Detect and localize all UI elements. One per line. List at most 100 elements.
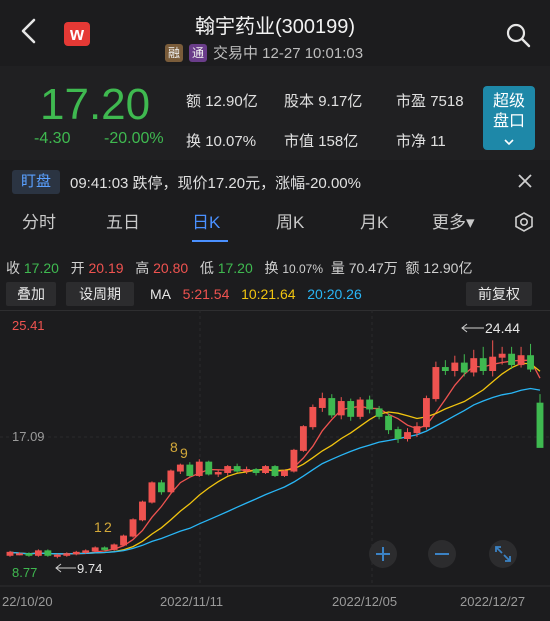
seq-label-8: 8 <box>170 439 178 455</box>
price-change: -4.30 <box>34 130 71 147</box>
candle-body <box>224 466 232 474</box>
candle-body <box>252 469 260 474</box>
stat-pe: 市盈 7518 <box>396 90 464 111</box>
candle-body <box>356 399 364 417</box>
turnover-label: 换 <box>264 260 279 276</box>
ma20-value: 20:20.26 <box>307 286 362 302</box>
candle-body <box>72 551 80 555</box>
settings-icon[interactable] <box>513 211 535 233</box>
stat-value: 7518 <box>430 93 464 110</box>
current-price: 17.20 <box>40 80 151 129</box>
seq-label-9: 9 <box>180 445 188 461</box>
candle-body <box>536 402 544 448</box>
candle-body <box>309 406 317 428</box>
tab-more[interactable]: 更多▾ <box>432 208 475 233</box>
stat-label: 市净 <box>396 133 427 150</box>
tab-five-day[interactable]: 五日 <box>106 208 140 233</box>
candles <box>6 340 544 559</box>
close-label: 收 <box>6 260 20 276</box>
stat-value: 12.90亿 <box>205 93 258 110</box>
candle-body <box>186 464 194 476</box>
ma-legend: MA 5:21.54 10:21.64 20:20.26 <box>150 286 362 302</box>
candle-body <box>299 426 307 451</box>
x-label-mid1: 2022/11/11 <box>160 594 223 609</box>
ma10-line <box>9 362 541 555</box>
y-top-label: 25.41 <box>12 318 45 333</box>
stat-label: 换 <box>186 133 202 150</box>
set-period-button[interactable]: 设周期 <box>66 282 134 306</box>
candle-body <box>195 461 203 476</box>
stat-label: 股本 <box>284 93 315 110</box>
ohlc-row: 收 17.20 开 20.19 高 20.80 低 17.20 换 10.07%… <box>6 258 472 278</box>
candle-body <box>385 415 393 431</box>
candle-body <box>318 398 326 408</box>
candle-body <box>120 535 128 546</box>
candle-body <box>479 358 487 371</box>
candle-body <box>432 367 440 400</box>
candle-body <box>262 466 269 474</box>
ma-label: MA <box>150 286 171 302</box>
candle-body <box>16 553 23 556</box>
candle-body <box>167 470 175 493</box>
candle-body <box>517 355 525 366</box>
y-mid-label: 17.09 <box>12 429 45 444</box>
kline-chart[interactable]: 25.41 17.09 8.77 24.44 9.74 1 2 8 9 22/1… <box>0 310 550 621</box>
candle-body <box>441 367 449 371</box>
candle-body <box>205 461 213 475</box>
stat-value: 10.07% <box>205 133 257 150</box>
stat-shares: 股本 9.17亿 <box>284 90 362 111</box>
super-button-line1: 超级 <box>492 93 525 110</box>
candle-body <box>91 547 99 552</box>
monitor-tag[interactable]: 盯盘 <box>12 170 60 194</box>
turnover-value: 10.07% <box>282 262 324 276</box>
stat-value: 11 <box>430 133 446 150</box>
x-label-end: 2022/12/27 <box>460 594 525 609</box>
candle-body <box>394 429 402 440</box>
low-value: 17.20 <box>217 260 253 276</box>
tab-monthly-k[interactable]: 月K <box>360 208 388 233</box>
chevron-down-icon <box>504 139 514 146</box>
super-orderbook-button[interactable]: 超级 盘口 <box>483 86 535 150</box>
stock-title: 翰宇药业(300199) <box>194 16 356 38</box>
candle-body <box>527 355 534 370</box>
candle-body <box>53 554 61 557</box>
price-change-percent: -20.00% <box>104 130 164 147</box>
x-label-start: 22/10/20 <box>2 594 53 609</box>
stat-label: 市值 <box>284 133 315 150</box>
candle-body <box>25 553 33 556</box>
tab-weekly-k[interactable]: 周K <box>276 208 304 233</box>
candle-body <box>176 464 184 472</box>
stat-marketcap: 市值 158亿 <box>284 130 358 151</box>
candle-body <box>375 408 383 417</box>
stat-turnover: 换 10.07% <box>186 130 256 151</box>
tab-daily-k[interactable]: 日K <box>192 208 220 233</box>
candle-body <box>44 550 52 556</box>
zoom-in-button[interactable] <box>369 540 397 568</box>
high-annotation: 24.44 <box>485 320 520 336</box>
tab-intraday[interactable]: 分时 <box>22 208 56 233</box>
ma10-value: 10:21.64 <box>241 286 296 302</box>
close-icon[interactable] <box>516 172 534 190</box>
candle-body <box>6 551 14 556</box>
high-label: 高 <box>135 260 150 276</box>
high-value: 20.80 <box>153 260 189 276</box>
candle-body <box>451 362 459 371</box>
volume-label: 量 <box>330 260 345 276</box>
overlay-button[interactable]: 叠加 <box>6 282 56 306</box>
search-icon[interactable] <box>505 22 531 48</box>
candle-body <box>148 482 156 503</box>
stat-label: 市盈 <box>396 93 427 110</box>
candle-body <box>63 553 71 556</box>
candle-body <box>243 469 251 472</box>
adjust-button[interactable]: 前复权 <box>466 282 532 306</box>
stat-value: 158亿 <box>318 133 359 150</box>
volume-value: 70.47万 <box>348 260 398 276</box>
zoom-out-button[interactable] <box>428 540 456 568</box>
stat-pb: 市净 11 <box>396 130 446 151</box>
x-label-mid2: 2022/12/05 <box>332 594 397 609</box>
active-tab-indicator <box>192 240 228 242</box>
candle-body <box>157 482 165 493</box>
candle-body <box>233 466 241 472</box>
fullscreen-button[interactable] <box>489 540 517 568</box>
candle-body <box>82 550 90 553</box>
